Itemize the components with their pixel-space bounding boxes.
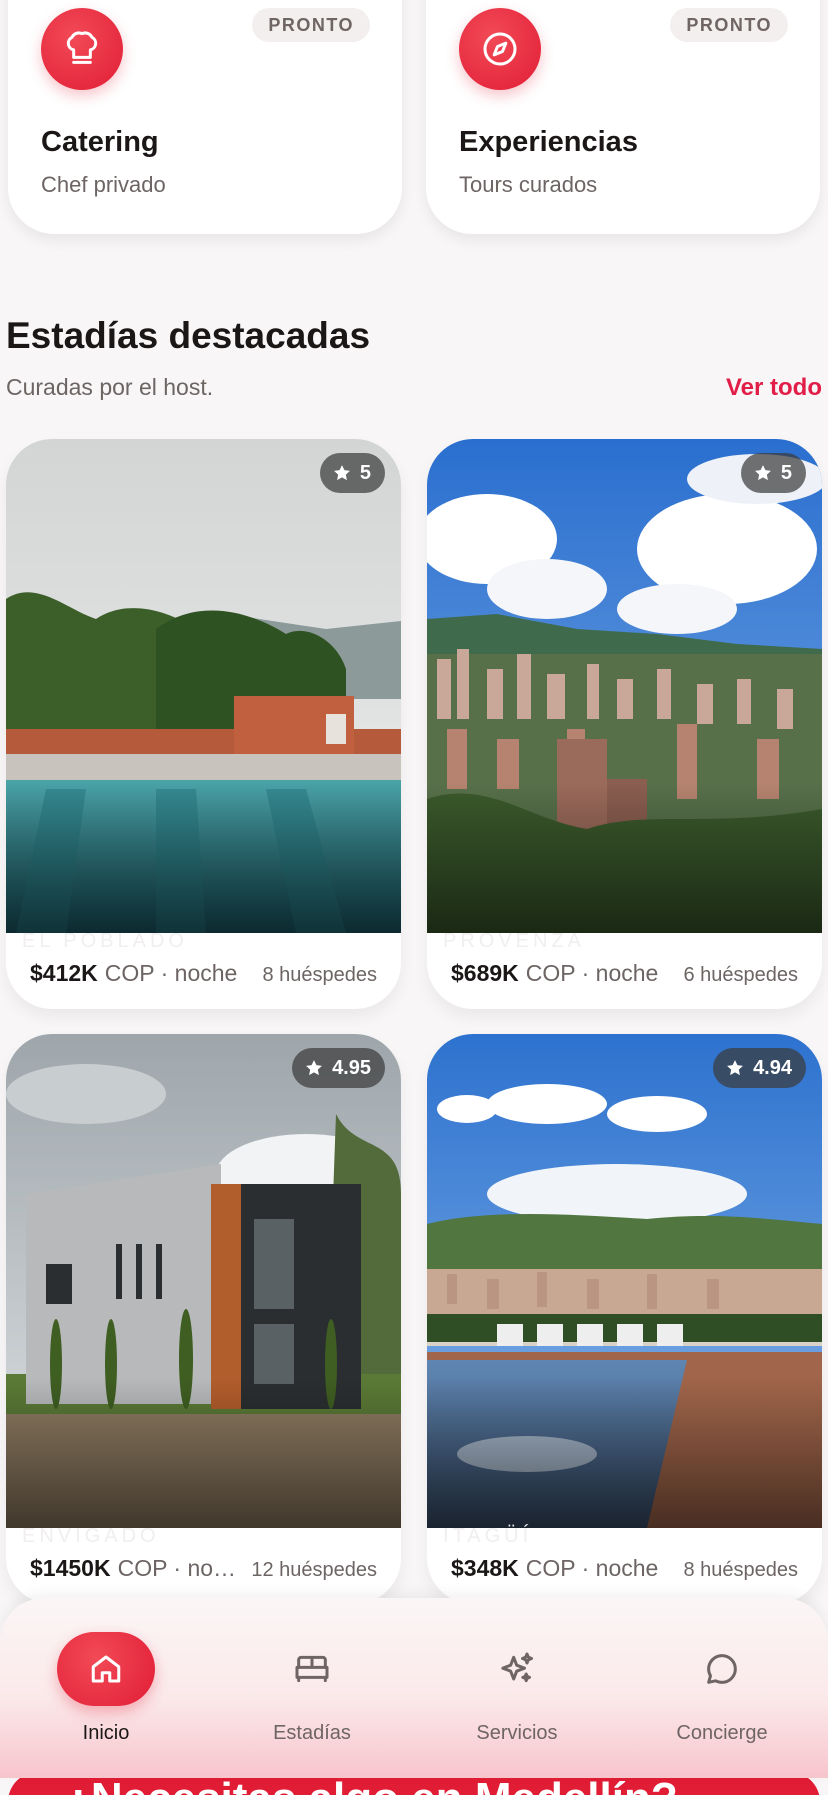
listing-neighborhood: ITAGÜÍ (443, 1525, 533, 1547)
nav-label: Concierge (676, 1722, 768, 1744)
listing-price-row: $1450K COP · noche 12 huéspedes (30, 1555, 377, 1582)
coming-soon-badge: PRONTO (252, 8, 370, 42)
star-icon (727, 1060, 743, 1076)
star-icon (754, 465, 771, 481)
bed-icon (263, 1632, 361, 1706)
nav-label: Estadías (273, 1722, 351, 1744)
listing-price: $689K (451, 960, 519, 986)
listing-card[interactable]: 5 PROVENZA Penthouse Dúplex · Provenza $… (427, 439, 822, 1009)
sparkles-icon (468, 1632, 566, 1706)
star-icon (306, 1060, 322, 1076)
listing-price: $1450K (30, 1555, 111, 1581)
nav-label: Servicios (476, 1722, 558, 1744)
listing-price-row: $689K COP · noche 6 huéspedes (451, 960, 798, 987)
rating-value: 5 (359, 461, 371, 484)
section-subtitle: Curadas por el host. (6, 374, 214, 400)
nav-label: Inicio (82, 1722, 130, 1744)
listing-neighborhood: EL POBLADO (22, 930, 188, 952)
section-title: Estadías destacadas (6, 315, 371, 356)
listing-card[interactable]: 4.94 ITAGÜÍ Apartamento Elegante · Itagü… (427, 1034, 822, 1604)
listing-price-row: $412K COP · noche 8 huéspedes (30, 960, 377, 987)
see-all-link[interactable]: Ver todo (726, 374, 822, 402)
rating-badge: 4.94 (713, 1048, 806, 1088)
service-subtitle: Chef privado (41, 172, 166, 197)
listing-price-unit: COP · noche (525, 1555, 659, 1581)
nav-item-estadias[interactable]: Estadías (232, 1598, 392, 1778)
chef-hat-icon (41, 8, 123, 90)
star-icon (333, 465, 350, 481)
listing-neighborhood: ENVIGADO (22, 1525, 160, 1547)
listing-guests: 12 huéspedes (251, 1559, 377, 1581)
home-icon (57, 1632, 155, 1706)
listing-card[interactable]: 4.95 ENVIGADO Villa de Lujo · Alto de En… (6, 1034, 401, 1604)
listing-guests: 6 huéspedes (683, 964, 798, 986)
listing-card[interactable]: 5 EL POBLADO Skyline Loft · El Poblado $… (6, 439, 401, 1009)
listing-photo (6, 1034, 401, 1528)
nav-item-concierge[interactable]: Concierge (642, 1598, 802, 1778)
service-title: Experiencias (459, 126, 638, 158)
listing-price-unit: COP · noche (104, 960, 238, 986)
rating-value: 4.94 (753, 1056, 792, 1079)
rating-badge: 4.95 (292, 1048, 385, 1088)
rating-badge: 5 (319, 453, 385, 493)
listing-photo (6, 439, 401, 933)
listing-price: $348K (451, 1555, 519, 1581)
service-title: Catering (41, 126, 159, 158)
bottom-nav: Inicio Estadías Servicios Concierge (0, 1598, 828, 1778)
listing-guests: 8 huéspedes (262, 964, 377, 986)
listing-price-unit: COP · noche (525, 960, 659, 986)
rating-value: 4.95 (332, 1056, 371, 1079)
coming-soon-badge: PRONTO (670, 8, 788, 42)
listing-photo (427, 1034, 822, 1528)
listing-photo (427, 439, 822, 933)
nav-item-servicios[interactable]: Servicios (437, 1598, 597, 1778)
chat-bubble-icon (673, 1632, 771, 1706)
service-card-experiencias[interactable]: PRONTO Experiencias Tours curados (426, 0, 820, 234)
listing-price-unit: COP · noche (117, 1555, 240, 1581)
rating-badge: 5 (740, 453, 806, 493)
listing-guests: 8 huéspedes (683, 1559, 798, 1581)
service-card-catering[interactable]: PRONTO Catering Chef privado (8, 0, 402, 234)
listing-neighborhood: PROVENZA (443, 930, 586, 952)
listing-price: $412K (30, 960, 98, 986)
rating-value: 5 (780, 461, 792, 484)
service-subtitle: Tours curados (459, 172, 598, 197)
nav-item-inicio[interactable]: Inicio (26, 1598, 186, 1778)
compass-icon (459, 8, 541, 90)
listing-price-row: $348K COP · noche 8 huéspedes (451, 1555, 798, 1582)
